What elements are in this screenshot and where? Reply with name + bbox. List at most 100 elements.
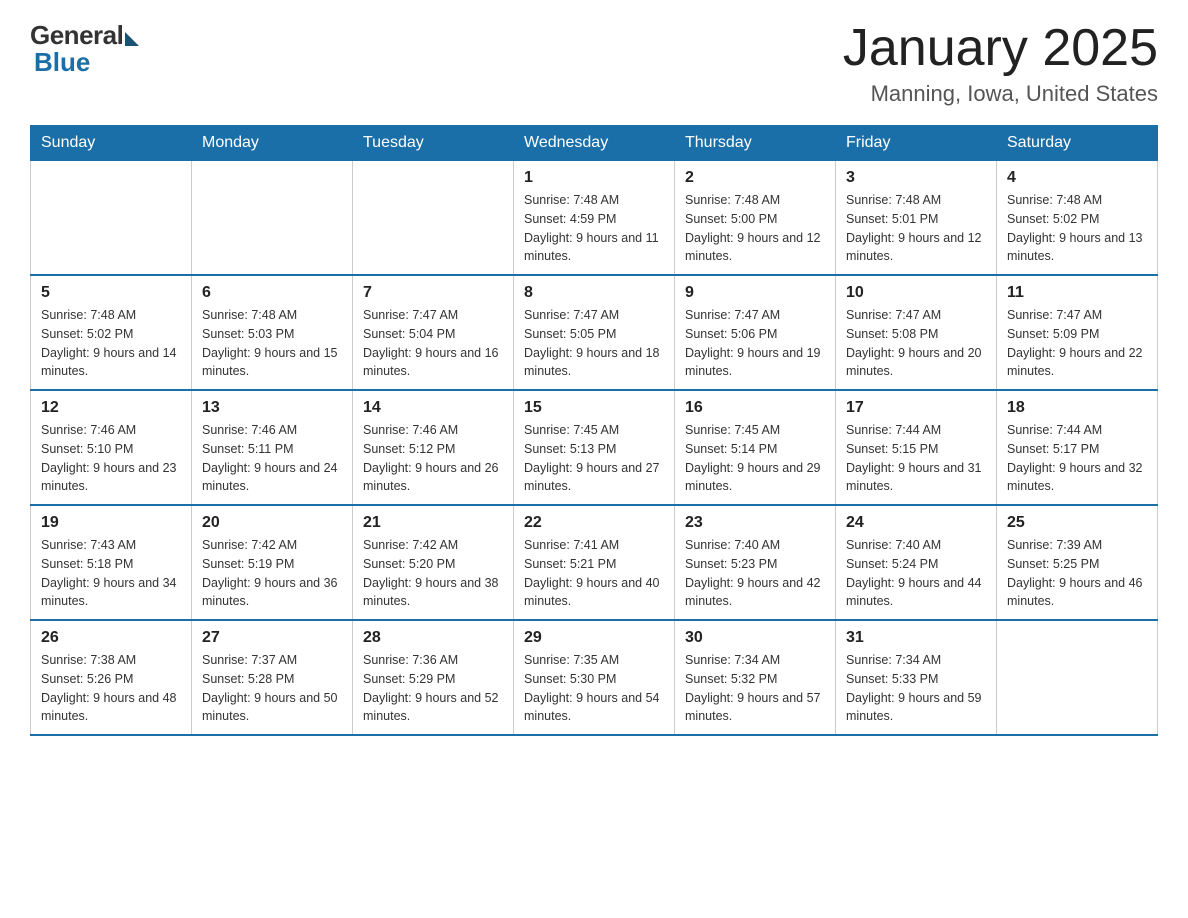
calendar-cell: 4Sunrise: 7:48 AM Sunset: 5:02 PM Daylig… xyxy=(997,161,1158,276)
day-info: Sunrise: 7:36 AM Sunset: 5:29 PM Dayligh… xyxy=(363,651,503,726)
calendar-cell: 2 Sunrise: 7:48 AM Sunset: 5:00 PM Daylig… xyxy=(675,161,836,276)
day-info: Sunrise: 7:39 AM Sunset: 5:25 PM Dayligh… xyxy=(1007,536,1147,611)
calendar-cell: 28 Sunrise: 7:36 AM Sunset: 5:29 PM Dayli… xyxy=(353,620,514,735)
day-info: Sunrise: 7:43 AM Sunset: 5:18 PM Dayligh… xyxy=(41,536,181,611)
calendar-week-5: 26 Sunrise: 7:38 AM Sunset: 5:26 PM Dayli… xyxy=(31,620,1158,735)
calendar-week-2: 5Sunrise: 7:48 AM Sunset: 5:02 PM Daylig… xyxy=(31,275,1158,390)
day-info: Sunrise: 7:45 AM Sunset: 5:13 PM Dayligh… xyxy=(524,421,664,496)
day-number: 25 xyxy=(1007,514,1147,532)
day-info: Sunrise: 7:42 AM Sunset: 5:19 PM Dayligh… xyxy=(202,536,342,611)
calendar-cell: 24 Sunrise: 7:40 AM Sunset: 5:24 PM Dayli… xyxy=(836,505,997,620)
calendar-cell xyxy=(192,161,353,276)
day-number: 9 xyxy=(685,284,825,302)
calendar-cell: 3 Sunrise: 7:48 AM Sunset: 5:01 PM Daylig… xyxy=(836,161,997,276)
calendar-cell: 31 Sunrise: 7:34 AM Sunset: 5:33 PM Dayli… xyxy=(836,620,997,735)
day-number: 17 xyxy=(846,399,986,417)
day-info: Sunrise: 7:46 AM Sunset: 5:10 PM Dayligh… xyxy=(41,421,181,496)
calendar-cell: 21 Sunrise: 7:42 AM Sunset: 5:20 PM Dayli… xyxy=(353,505,514,620)
day-number: 1 xyxy=(524,169,664,187)
day-info: Sunrise: 7:37 AM Sunset: 5:28 PM Dayligh… xyxy=(202,651,342,726)
calendar-week-1: 1 Sunrise: 7:48 AM Sunset: 4:59 PM Daylig… xyxy=(31,161,1158,276)
day-number: 8 xyxy=(524,284,664,302)
calendar-cell: 7Sunrise: 7:47 AM Sunset: 5:04 PM Daylig… xyxy=(353,275,514,390)
calendar-cell: 26 Sunrise: 7:38 AM Sunset: 5:26 PM Dayli… xyxy=(31,620,192,735)
location-title: Manning, Iowa, United States xyxy=(843,81,1158,107)
calendar-cell xyxy=(31,161,192,276)
calendar-cell: 19Sunrise: 7:43 AM Sunset: 5:18 PM Dayli… xyxy=(31,505,192,620)
calendar-cell: 18Sunrise: 7:44 AM Sunset: 5:17 PM Dayli… xyxy=(997,390,1158,505)
calendar-cell: 22 Sunrise: 7:41 AM Sunset: 5:21 PM Dayli… xyxy=(514,505,675,620)
month-title: January 2025 xyxy=(843,20,1158,77)
day-number: 3 xyxy=(846,169,986,187)
day-info: Sunrise: 7:35 AM Sunset: 5:30 PM Dayligh… xyxy=(524,651,664,726)
day-info: Sunrise: 7:46 AM Sunset: 5:12 PM Dayligh… xyxy=(363,421,503,496)
header-row: SundayMondayTuesdayWednesdayThursdayFrid… xyxy=(31,126,1158,161)
calendar-cell: 11Sunrise: 7:47 AM Sunset: 5:09 PM Dayli… xyxy=(997,275,1158,390)
day-number: 7 xyxy=(363,284,503,302)
logo-blue-text: Blue xyxy=(30,47,90,78)
header-day-thursday: Thursday xyxy=(675,126,836,161)
day-info: Sunrise: 7:38 AM Sunset: 5:26 PM Dayligh… xyxy=(41,651,181,726)
day-number: 28 xyxy=(363,629,503,647)
day-info: Sunrise: 7:40 AM Sunset: 5:24 PM Dayligh… xyxy=(846,536,986,611)
title-block: January 2025 Manning, Iowa, United State… xyxy=(843,20,1158,107)
day-number: 15 xyxy=(524,399,664,417)
calendar-cell: 13Sunrise: 7:46 AM Sunset: 5:11 PM Dayli… xyxy=(192,390,353,505)
day-number: 23 xyxy=(685,514,825,532)
logo: General Blue xyxy=(30,20,139,78)
calendar-cell: 9 Sunrise: 7:47 AM Sunset: 5:06 PM Daylig… xyxy=(675,275,836,390)
calendar-cell xyxy=(997,620,1158,735)
header-day-sunday: Sunday xyxy=(31,126,192,161)
calendar-cell: 16 Sunrise: 7:45 AM Sunset: 5:14 PM Dayli… xyxy=(675,390,836,505)
header-day-monday: Monday xyxy=(192,126,353,161)
calendar-cell: 6 Sunrise: 7:48 AM Sunset: 5:03 PM Daylig… xyxy=(192,275,353,390)
day-info: Sunrise: 7:44 AM Sunset: 5:15 PM Dayligh… xyxy=(846,421,986,496)
day-number: 22 xyxy=(524,514,664,532)
day-info: Sunrise: 7:45 AM Sunset: 5:14 PM Dayligh… xyxy=(685,421,825,496)
day-info: Sunrise: 7:42 AM Sunset: 5:20 PM Dayligh… xyxy=(363,536,503,611)
day-number: 12 xyxy=(41,399,181,417)
day-number: 30 xyxy=(685,629,825,647)
day-info: Sunrise: 7:47 AM Sunset: 5:06 PM Dayligh… xyxy=(685,306,825,381)
day-info: Sunrise: 7:41 AM Sunset: 5:21 PM Dayligh… xyxy=(524,536,664,611)
day-number: 16 xyxy=(685,399,825,417)
header-day-wednesday: Wednesday xyxy=(514,126,675,161)
day-number: 5 xyxy=(41,284,181,302)
day-number: 4 xyxy=(1007,169,1147,187)
calendar-cell: 17 Sunrise: 7:44 AM Sunset: 5:15 PM Dayli… xyxy=(836,390,997,505)
day-info: Sunrise: 7:34 AM Sunset: 5:33 PM Dayligh… xyxy=(846,651,986,726)
day-number: 26 xyxy=(41,629,181,647)
calendar-cell: 8Sunrise: 7:47 AM Sunset: 5:05 PM Daylig… xyxy=(514,275,675,390)
day-info: Sunrise: 7:48 AM Sunset: 5:01 PM Dayligh… xyxy=(846,191,986,266)
day-info: Sunrise: 7:48 AM Sunset: 5:00 PM Dayligh… xyxy=(685,191,825,266)
day-number: 21 xyxy=(363,514,503,532)
calendar-table: SundayMondayTuesdayWednesdayThursdayFrid… xyxy=(30,125,1158,736)
day-number: 31 xyxy=(846,629,986,647)
page-header: General Blue January 2025 Manning, Iowa,… xyxy=(30,20,1158,107)
day-info: Sunrise: 7:44 AM Sunset: 5:17 PM Dayligh… xyxy=(1007,421,1147,496)
calendar-cell: 1 Sunrise: 7:48 AM Sunset: 4:59 PM Daylig… xyxy=(514,161,675,276)
calendar-cell: 25 Sunrise: 7:39 AM Sunset: 5:25 PM Dayli… xyxy=(997,505,1158,620)
calendar-cell: 5Sunrise: 7:48 AM Sunset: 5:02 PM Daylig… xyxy=(31,275,192,390)
day-info: Sunrise: 7:40 AM Sunset: 5:23 PM Dayligh… xyxy=(685,536,825,611)
calendar-week-3: 12 Sunrise: 7:46 AM Sunset: 5:10 PM Dayli… xyxy=(31,390,1158,505)
header-day-friday: Friday xyxy=(836,126,997,161)
day-info: Sunrise: 7:48 AM Sunset: 5:03 PM Dayligh… xyxy=(202,306,342,381)
day-info: Sunrise: 7:48 AM Sunset: 4:59 PM Dayligh… xyxy=(524,191,664,266)
day-info: Sunrise: 7:47 AM Sunset: 5:08 PM Dayligh… xyxy=(846,306,986,381)
calendar-cell: 10Sunrise: 7:47 AM Sunset: 5:08 PM Dayli… xyxy=(836,275,997,390)
calendar-cell: 20Sunrise: 7:42 AM Sunset: 5:19 PM Dayli… xyxy=(192,505,353,620)
day-number: 14 xyxy=(363,399,503,417)
calendar-cell: 23 Sunrise: 7:40 AM Sunset: 5:23 PM Dayli… xyxy=(675,505,836,620)
day-info: Sunrise: 7:47 AM Sunset: 5:09 PM Dayligh… xyxy=(1007,306,1147,381)
day-number: 2 xyxy=(685,169,825,187)
logo-triangle-icon xyxy=(125,32,139,46)
calendar-cell: 15 Sunrise: 7:45 AM Sunset: 5:13 PM Dayli… xyxy=(514,390,675,505)
calendar-cell: 29 Sunrise: 7:35 AM Sunset: 5:30 PM Dayli… xyxy=(514,620,675,735)
day-info: Sunrise: 7:34 AM Sunset: 5:32 PM Dayligh… xyxy=(685,651,825,726)
calendar-cell: 12 Sunrise: 7:46 AM Sunset: 5:10 PM Dayli… xyxy=(31,390,192,505)
day-number: 6 xyxy=(202,284,342,302)
day-number: 29 xyxy=(524,629,664,647)
day-number: 24 xyxy=(846,514,986,532)
day-number: 13 xyxy=(202,399,342,417)
